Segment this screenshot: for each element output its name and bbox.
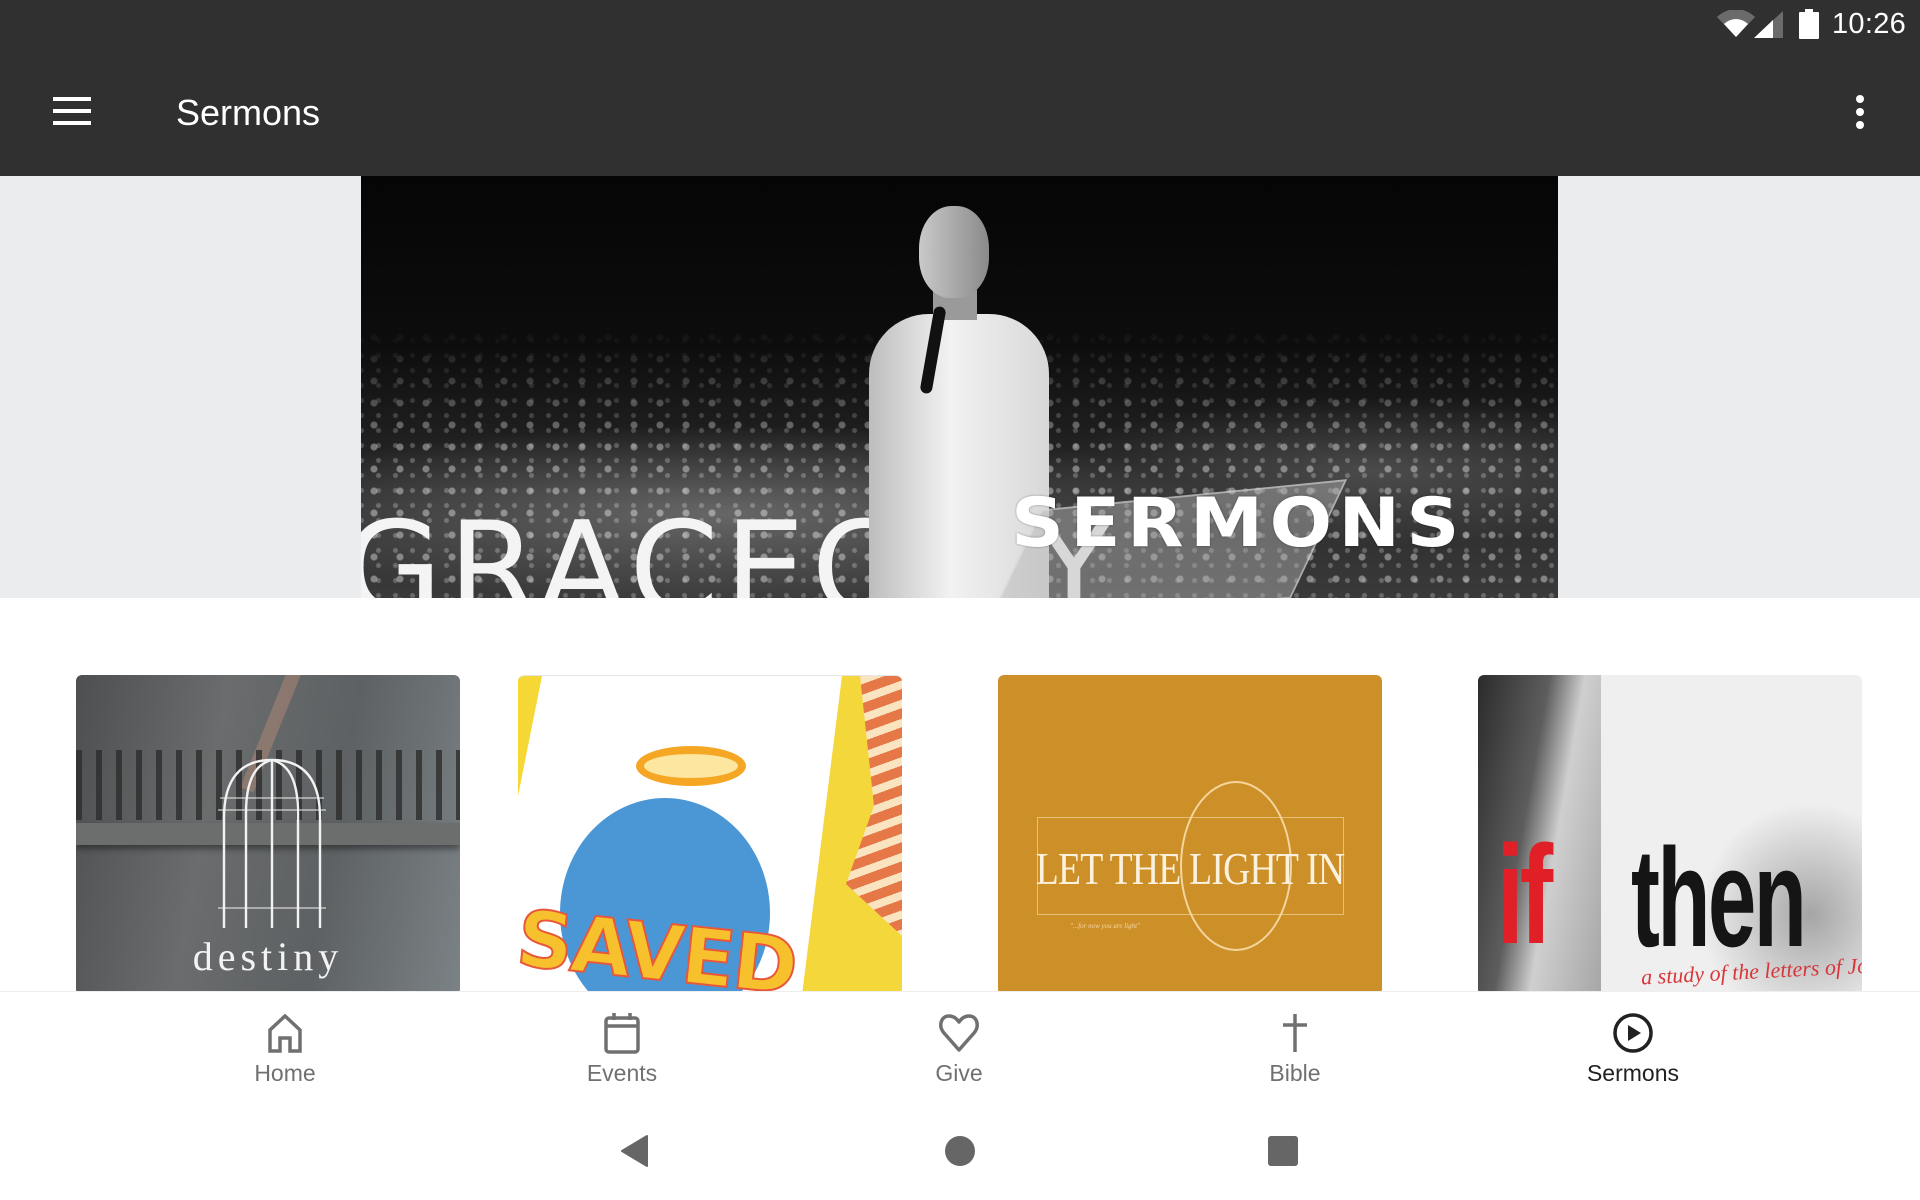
hamburger-menu-icon[interactable] (40, 86, 104, 136)
back-icon (621, 1135, 648, 1167)
status-time: 10:26 (1832, 8, 1907, 40)
card-title-then: then (1631, 819, 1807, 976)
sermon-card-let-the-light-in[interactable]: LET THE LIGHT IN "...for now you are lig… (998, 675, 1382, 991)
cross-icon (1283, 1014, 1307, 1052)
system-home-button[interactable] (930, 1126, 990, 1176)
cellular-signal-icon (1754, 11, 1783, 38)
nav-label: Sermons (1586, 1060, 1680, 1086)
nav-item-home[interactable]: Home (185, 992, 385, 1097)
card-title: destiny (192, 934, 344, 979)
sermon-series-grid: destiny SAVED LET THE LIGHT IN "...for n… (0, 598, 1920, 991)
home-icon (268, 1013, 302, 1053)
more-vert-icon[interactable] (1840, 88, 1880, 136)
app-bar: 10:26 Sermons (0, 0, 1920, 176)
system-recents-button[interactable] (1253, 1126, 1313, 1176)
nav-label: Home (254, 1060, 316, 1086)
nav-item-sermons[interactable]: Sermons (1533, 992, 1733, 1097)
nav-label: Events (586, 1060, 658, 1086)
banner-container: GRACECITY SERMONS (0, 176, 1920, 598)
nav-label: Give (935, 1060, 983, 1086)
card-title: LET THE LIGHT IN (1035, 843, 1345, 894)
banner-title: SERMONS (1011, 484, 1466, 563)
recents-icon (1268, 1136, 1298, 1166)
battery-icon (1799, 9, 1819, 39)
bottom-navigation: Home Events Give Bible Sermons (0, 991, 1920, 1096)
wifi-icon (1717, 10, 1755, 37)
card-subtitle: "...for now you are light" (1070, 922, 1140, 930)
nav-item-bible[interactable]: Bible (1195, 992, 1395, 1097)
sermon-card-saved[interactable]: SAVED (518, 675, 902, 991)
nav-label: Bible (1269, 1060, 1321, 1086)
birdcage-icon (218, 758, 326, 928)
home-circle-icon (945, 1136, 975, 1166)
nav-item-give[interactable]: Give (859, 992, 1059, 1097)
page-title: Sermons (176, 92, 321, 133)
system-navigation-bar (0, 1096, 1920, 1200)
nav-item-events[interactable]: Events (522, 992, 722, 1097)
system-back-button[interactable] (604, 1126, 664, 1176)
card-title-if: if (1496, 816, 1553, 973)
heart-icon (939, 1014, 979, 1052)
sermon-card-destiny[interactable]: destiny (76, 675, 460, 991)
sermon-card-if-then[interactable]: if then a study of the letters of John (1478, 675, 1862, 991)
calendar-icon (604, 1013, 640, 1054)
halo-icon (636, 746, 746, 786)
sermons-banner-image: GRACECITY SERMONS (361, 176, 1558, 598)
play-circle-icon (1613, 1013, 1653, 1053)
